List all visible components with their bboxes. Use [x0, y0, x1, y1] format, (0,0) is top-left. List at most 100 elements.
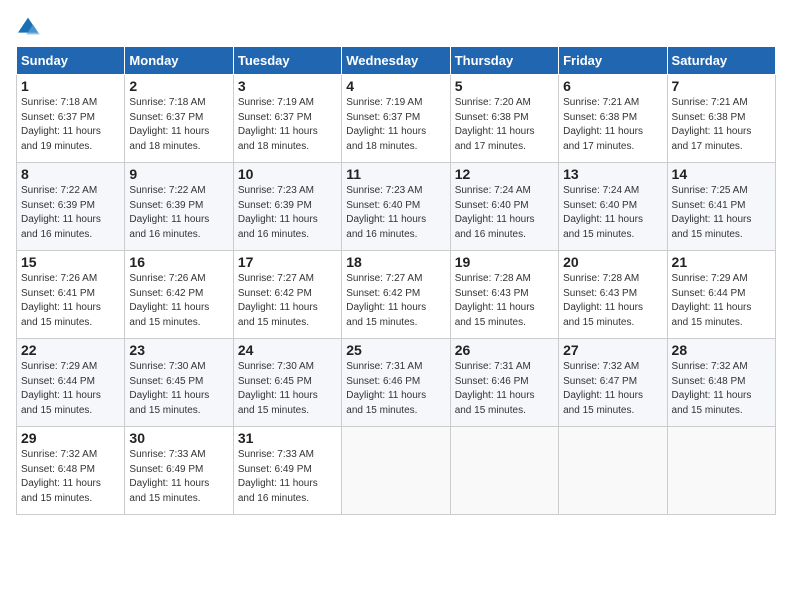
day-number: 19: [455, 254, 554, 270]
page-header: [16, 16, 776, 36]
day-number: 11: [346, 166, 445, 182]
calendar-cell: 25 Sunrise: 7:31 AM Sunset: 6:46 PM Dayli…: [342, 339, 450, 427]
calendar-header-sunday: Sunday: [17, 47, 125, 75]
day-detail: Sunrise: 7:30 AM Sunset: 6:45 PM Dayligh…: [129, 360, 228, 418]
calendar-cell: 1 Sunrise: 7:18 AM Sunset: 6:37 PM Daylig…: [17, 75, 125, 163]
calendar-cell: 7Sunrise: 7:21 AM Sunset: 6:38 PM Daylig…: [667, 75, 775, 163]
day-number: 22: [21, 342, 120, 358]
logo: [16, 16, 42, 36]
day-detail: Sunrise: 7:33 AM Sunset: 6:49 PM Dayligh…: [238, 448, 337, 506]
day-number: 28: [672, 342, 771, 358]
day-detail: Sunrise: 7:23 AM Sunset: 6:39 PM Dayligh…: [238, 184, 337, 242]
day-detail: Sunrise: 7:22 AM Sunset: 6:39 PM Dayligh…: [21, 184, 120, 242]
calendar-cell: 6 Sunrise: 7:21 AM Sunset: 6:38 PM Daylig…: [559, 75, 667, 163]
day-detail: Sunrise: 7:25 AM Sunset: 6:41 PM Dayligh…: [672, 184, 771, 242]
day-detail: Sunrise: 7:27 AM Sunset: 6:42 PM Dayligh…: [346, 272, 445, 330]
day-number: 5: [455, 78, 554, 94]
day-number: 14: [672, 166, 771, 182]
day-number: 30: [129, 430, 228, 446]
day-number: 25: [346, 342, 445, 358]
calendar-cell: 29 Sunrise: 7:32 AM Sunset: 6:48 PM Dayli…: [17, 427, 125, 515]
day-detail: Sunrise: 7:29 AM Sunset: 6:44 PM Dayligh…: [672, 272, 771, 330]
day-number: 23: [129, 342, 228, 358]
calendar-cell: 17 Sunrise: 7:27 AM Sunset: 6:42 PM Dayli…: [233, 251, 341, 339]
calendar-week-2: 8 Sunrise: 7:22 AM Sunset: 6:39 PM Daylig…: [17, 163, 776, 251]
day-detail: Sunrise: 7:27 AM Sunset: 6:42 PM Dayligh…: [238, 272, 337, 330]
day-number: 24: [238, 342, 337, 358]
day-detail: Sunrise: 7:32 AM Sunset: 6:47 PM Dayligh…: [563, 360, 662, 418]
calendar-cell: 5 Sunrise: 7:20 AM Sunset: 6:38 PM Daylig…: [450, 75, 558, 163]
calendar-cell: 2Sunrise: 7:18 AM Sunset: 6:37 PM Daylig…: [125, 75, 233, 163]
calendar-header-thursday: Thursday: [450, 47, 558, 75]
day-detail: Sunrise: 7:23 AM Sunset: 6:40 PM Dayligh…: [346, 184, 445, 242]
day-number: 29: [21, 430, 120, 446]
calendar-week-4: 22 Sunrise: 7:29 AM Sunset: 6:44 PM Dayli…: [17, 339, 776, 427]
calendar-header-friday: Friday: [559, 47, 667, 75]
day-detail: Sunrise: 7:22 AM Sunset: 6:39 PM Dayligh…: [129, 184, 228, 242]
day-detail: Sunrise: 7:19 AM Sunset: 6:37 PM Dayligh…: [238, 96, 337, 154]
day-number: 7: [672, 78, 771, 94]
calendar-cell: 21 Sunrise: 7:29 AM Sunset: 6:44 PM Dayli…: [667, 251, 775, 339]
day-detail: Sunrise: 7:31 AM Sunset: 6:46 PM Dayligh…: [455, 360, 554, 418]
calendar-cell: 3 Sunrise: 7:19 AM Sunset: 6:37 PM Daylig…: [233, 75, 341, 163]
calendar-cell: 14 Sunrise: 7:25 AM Sunset: 6:41 PM Dayli…: [667, 163, 775, 251]
day-number: 16: [129, 254, 228, 270]
day-detail: Sunrise: 7:20 AM Sunset: 6:38 PM Dayligh…: [455, 96, 554, 154]
day-number: 8: [21, 166, 120, 182]
day-detail: Sunrise: 7:33 AM Sunset: 6:49 PM Dayligh…: [129, 448, 228, 506]
calendar-cell: 12Sunrise: 7:24 AM Sunset: 6:40 PM Dayli…: [450, 163, 558, 251]
calendar-cell: 23 Sunrise: 7:30 AM Sunset: 6:45 PM Dayli…: [125, 339, 233, 427]
day-detail: Sunrise: 7:29 AM Sunset: 6:44 PM Dayligh…: [21, 360, 120, 418]
calendar-cell: 31 Sunrise: 7:33 AM Sunset: 6:49 PM Dayli…: [233, 427, 341, 515]
calendar-header-wednesday: Wednesday: [342, 47, 450, 75]
calendar-cell: [450, 427, 558, 515]
calendar-week-5: 29 Sunrise: 7:32 AM Sunset: 6:48 PM Dayli…: [17, 427, 776, 515]
calendar-cell: 27 Sunrise: 7:32 AM Sunset: 6:47 PM Dayli…: [559, 339, 667, 427]
calendar-cell: 22 Sunrise: 7:29 AM Sunset: 6:44 PM Dayli…: [17, 339, 125, 427]
calendar-cell: 4 Sunrise: 7:19 AM Sunset: 6:37 PM Daylig…: [342, 75, 450, 163]
day-number: 13: [563, 166, 662, 182]
calendar-cell: [342, 427, 450, 515]
day-detail: Sunrise: 7:19 AM Sunset: 6:37 PM Dayligh…: [346, 96, 445, 154]
day-number: 18: [346, 254, 445, 270]
calendar-cell: 19 Sunrise: 7:28 AM Sunset: 6:43 PM Dayli…: [450, 251, 558, 339]
day-detail: Sunrise: 7:30 AM Sunset: 6:45 PM Dayligh…: [238, 360, 337, 418]
calendar-header-saturday: Saturday: [667, 47, 775, 75]
calendar-cell: 8 Sunrise: 7:22 AM Sunset: 6:39 PM Daylig…: [17, 163, 125, 251]
calendar-cell: 15Sunrise: 7:26 AM Sunset: 6:41 PM Dayli…: [17, 251, 125, 339]
day-number: 17: [238, 254, 337, 270]
calendar-cell: [559, 427, 667, 515]
calendar-cell: 18 Sunrise: 7:27 AM Sunset: 6:42 PM Dayli…: [342, 251, 450, 339]
day-number: 31: [238, 430, 337, 446]
day-detail: Sunrise: 7:32 AM Sunset: 6:48 PM Dayligh…: [672, 360, 771, 418]
day-detail: Sunrise: 7:31 AM Sunset: 6:46 PM Dayligh…: [346, 360, 445, 418]
day-number: 9: [129, 166, 228, 182]
calendar-cell: 26 Sunrise: 7:31 AM Sunset: 6:46 PM Dayli…: [450, 339, 558, 427]
day-detail: Sunrise: 7:26 AM Sunset: 6:41 PM Dayligh…: [21, 272, 120, 330]
calendar-cell: 30 Sunrise: 7:33 AM Sunset: 6:49 PM Dayli…: [125, 427, 233, 515]
calendar-body: 1 Sunrise: 7:18 AM Sunset: 6:37 PM Daylig…: [17, 75, 776, 515]
day-number: 1: [21, 78, 120, 94]
calendar-week-1: 1 Sunrise: 7:18 AM Sunset: 6:37 PM Daylig…: [17, 75, 776, 163]
day-detail: Sunrise: 7:32 AM Sunset: 6:48 PM Dayligh…: [21, 448, 120, 506]
day-detail: Sunrise: 7:18 AM Sunset: 6:37 PM Dayligh…: [21, 96, 120, 154]
day-detail: Sunrise: 7:28 AM Sunset: 6:43 PM Dayligh…: [455, 272, 554, 330]
day-detail: Sunrise: 7:28 AM Sunset: 6:43 PM Dayligh…: [563, 272, 662, 330]
day-number: 12: [455, 166, 554, 182]
day-number: 6: [563, 78, 662, 94]
day-number: 20: [563, 254, 662, 270]
day-detail: Sunrise: 7:18 AM Sunset: 6:37 PM Dayligh…: [129, 96, 228, 154]
day-detail: Sunrise: 7:26 AM Sunset: 6:42 PM Dayligh…: [129, 272, 228, 330]
day-number: 27: [563, 342, 662, 358]
day-number: 4: [346, 78, 445, 94]
day-number: 3: [238, 78, 337, 94]
calendar-cell: 16 Sunrise: 7:26 AM Sunset: 6:42 PM Dayli…: [125, 251, 233, 339]
logo-icon: [16, 16, 40, 36]
day-number: 26: [455, 342, 554, 358]
calendar-header-monday: Monday: [125, 47, 233, 75]
calendar-cell: 10Sunrise: 7:23 AM Sunset: 6:39 PM Dayli…: [233, 163, 341, 251]
day-detail: Sunrise: 7:24 AM Sunset: 6:40 PM Dayligh…: [563, 184, 662, 242]
day-detail: Sunrise: 7:21 AM Sunset: 6:38 PM Dayligh…: [563, 96, 662, 154]
calendar-cell: 24 Sunrise: 7:30 AM Sunset: 6:45 PM Dayli…: [233, 339, 341, 427]
day-number: 21: [672, 254, 771, 270]
